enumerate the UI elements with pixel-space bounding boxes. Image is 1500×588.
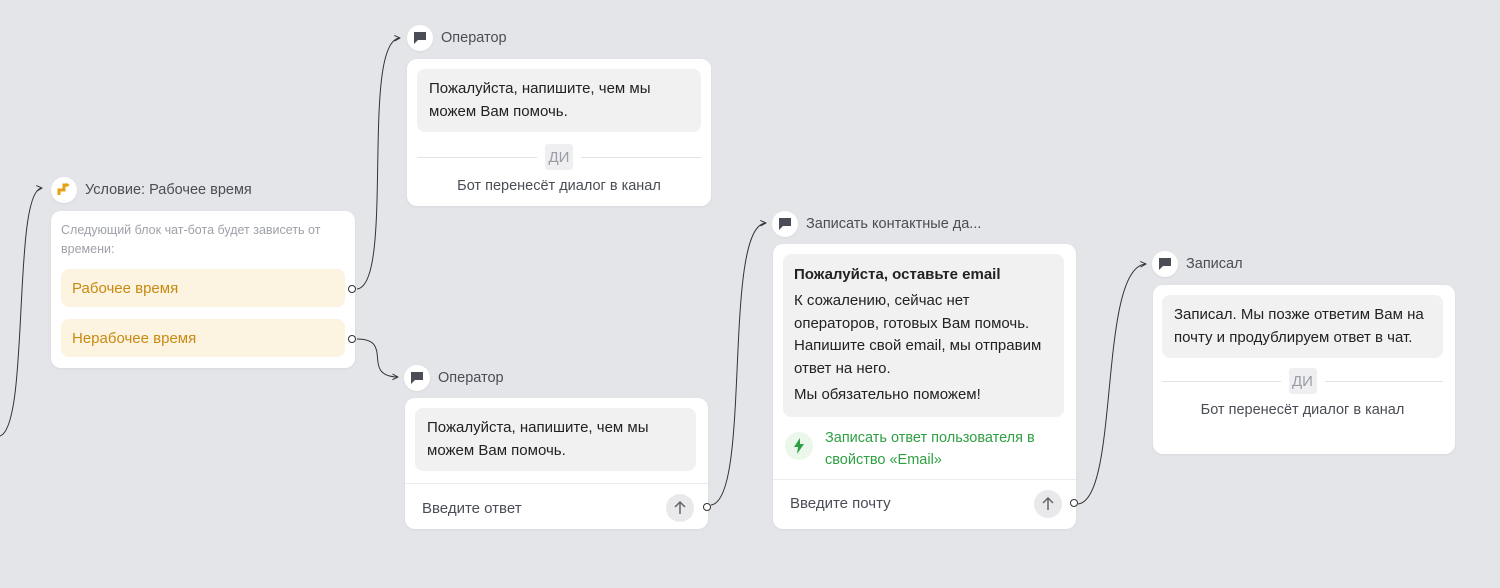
lightning-icon: [785, 431, 813, 460]
operator-bottom-card[interactable]: Пожалуйста, напишите, чем мы можем Вам п…: [405, 398, 711, 532]
save-email-action-text: Записать ответ пользователя в свойство «…: [825, 429, 1035, 468]
operator-bottom-title-text: Оператор: [438, 370, 504, 386]
ai-badge: ДИ: [1288, 368, 1317, 394]
option-working-hours[interactable]: Рабочее время: [61, 269, 345, 307]
operator-top-title-text: Оператор: [441, 30, 507, 46]
send-button[interactable]: [1034, 489, 1062, 518]
transfer-text: Бот перенесёт диалог в канал: [457, 178, 661, 194]
transfer-text: Бот перенесёт диалог в канал: [1200, 402, 1405, 418]
operator-bottom-message: Пожалуйста, напишите, чем мы можем Вам п…: [415, 408, 696, 471]
connector-operator-to-contact: [710, 223, 766, 506]
arrow-up-icon: [1042, 496, 1054, 510]
condition-description: Следующий блок чат-бота будет зависеть о…: [61, 223, 321, 256]
recorded-message: Записал. Мы позже ответим Вам на почту и…: [1162, 295, 1443, 358]
contact-closing: Мы обязательно поможем!: [794, 386, 981, 403]
contact-card[interactable]: Пожалуйста, оставьте email К сожалению, …: [773, 244, 1078, 529]
recorded-title-text: Записал: [1186, 256, 1243, 272]
contact-body: К сожалению, сейчас нет операторов, гото…: [794, 292, 1042, 377]
answer-input[interactable]: Введите ответ: [422, 500, 522, 517]
operator-bottom-node-title[interactable]: Оператор: [404, 365, 504, 391]
answer-input-row[interactable]: Введите ответ: [405, 483, 711, 532]
port-working-hours[interactable]: [348, 285, 356, 293]
arrow-up-icon: [674, 501, 686, 514]
chat-bubble-icon: [404, 365, 430, 391]
option-working-hours-label: Рабочее время: [72, 279, 179, 297]
email-input[interactable]: Введите почту: [790, 495, 891, 512]
condition-card[interactable]: Следующий блок чат-бота будет зависеть о…: [51, 211, 356, 368]
connector-working-to-operator: [356, 38, 400, 290]
ai-badge: ДИ: [545, 144, 573, 170]
connector-nonworking-to-operator: [356, 338, 398, 377]
operator-top-card[interactable]: Пожалуйста, напишите, чем мы можем Вам п…: [407, 59, 711, 206]
operator-top-node-title[interactable]: Оператор: [407, 25, 507, 51]
option-non-working-hours-label: Нерабочее время: [72, 329, 197, 347]
contact-node-title[interactable]: Записать контактные да...: [772, 211, 981, 237]
branch-icon: [51, 177, 77, 203]
email-input-row[interactable]: Введите почту: [773, 478, 1078, 528]
chat-bubble-icon: [407, 25, 433, 51]
ai-divider: ДИ: [417, 144, 701, 170]
recorded-node-title[interactable]: Записал: [1152, 251, 1243, 277]
chat-bubble-icon: [1152, 251, 1178, 277]
connector-entry-condition: [0, 188, 42, 437]
recorded-card[interactable]: Записал. Мы позже ответим Вам на почту и…: [1153, 285, 1455, 454]
port-operator-answer[interactable]: [703, 503, 711, 511]
condition-title-text: Условие: Рабочее время: [85, 182, 252, 198]
contact-title-text: Записать контактные да...: [806, 216, 982, 232]
save-email-action[interactable]: Записать ответ пользователя в свойство «…: [773, 417, 1076, 479]
connector-contact-to-recorded: [1077, 264, 1146, 505]
condition-node-title[interactable]: Условие: Рабочее время: [51, 177, 252, 203]
chat-bubble-icon: [772, 211, 798, 237]
port-contact-email[interactable]: [1070, 498, 1078, 507]
send-button[interactable]: [666, 494, 694, 522]
port-non-working-hours[interactable]: [348, 335, 356, 343]
contact-message: Пожалуйста, оставьте email К сожалению, …: [783, 254, 1064, 417]
ai-divider: ДИ: [1162, 368, 1443, 394]
option-non-working-hours[interactable]: Нерабочее время: [61, 319, 345, 357]
contact-heading: Пожалуйста, оставьте email: [794, 266, 1001, 283]
operator-top-message: Пожалуйста, напишите, чем мы можем Вам п…: [417, 69, 701, 132]
